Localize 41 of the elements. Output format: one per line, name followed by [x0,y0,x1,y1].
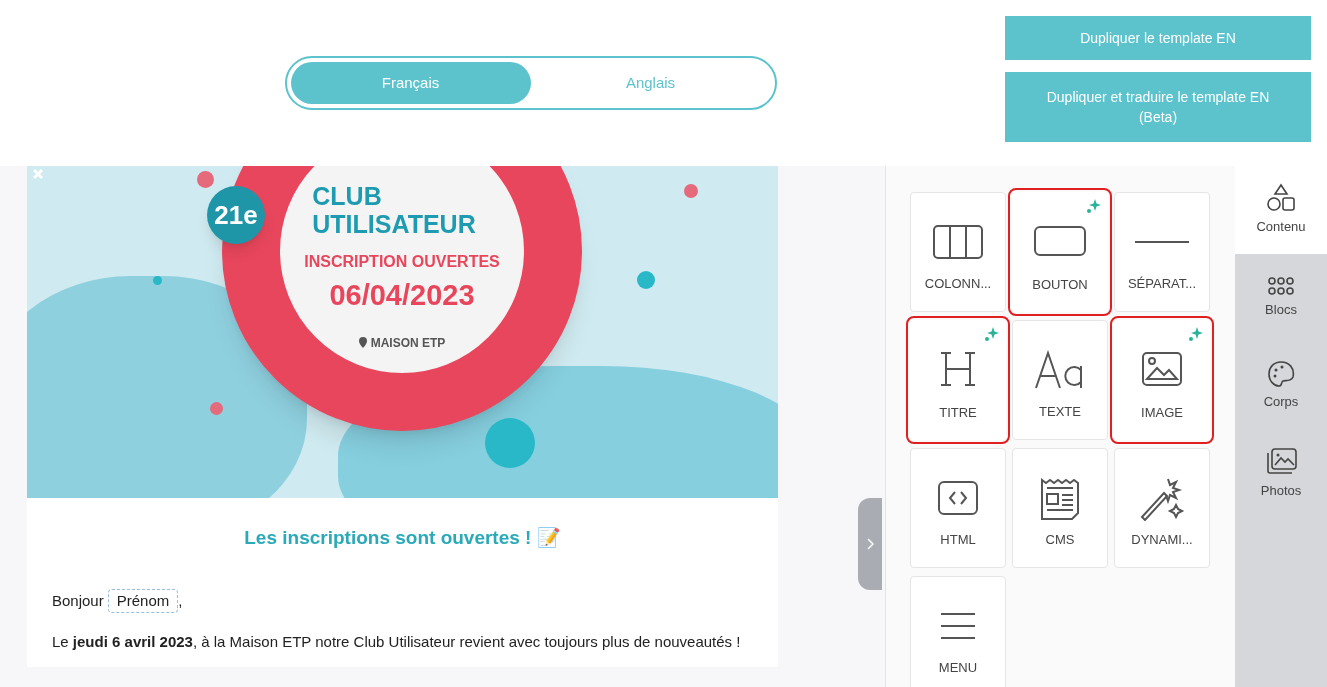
close-icon[interactable] [32,168,44,180]
content-block-tile[interactable]: CMS [1012,448,1108,568]
banner-location: MAISON ETP [358,333,446,352]
location-pin-icon [358,337,367,349]
chevron-right-icon [866,538,874,550]
banner-subtitle: INSCRIPTION OUVERTES [304,252,500,273]
columns-icon [932,224,984,260]
ball-decoration [684,184,698,198]
horizontal-line-icon [1135,240,1189,244]
sparkle-icon [1188,326,1204,342]
collapse-handle[interactable] [858,498,882,590]
email-paragraph: Le jeudi 6 avril 2023, à la Maison ETP notre Club Utilisateur revient avec toujours plus de nouveautés ! [52,633,742,651]
sparkle-icon [984,326,1000,342]
ball-decoration [197,171,214,188]
content-block-tile[interactable]: TEXTE [1012,320,1108,440]
greeting-text: , [178,590,183,611]
banner-title: CLUB [312,182,382,211]
content-block-tile[interactable]: HTML [910,448,1006,568]
content-block-tile[interactable]: MENU [910,576,1006,687]
sidebar-tab[interactable]: Contenu [1235,166,1327,254]
banner-date: 06/04/2023 [329,278,475,314]
grid-dots-icon [1267,276,1295,297]
content-block-tile[interactable]: DYNAMI... [1114,448,1210,568]
rectangle-icon [1033,225,1087,257]
menu-icon [939,611,977,641]
ball-decoration [637,271,655,289]
banner-title: UTILISATEUR [312,210,476,239]
palette-icon [1267,360,1295,389]
badge-text: 21e [214,198,258,232]
newspaper-icon [1039,476,1081,520]
email-heading: Les inscriptions sont ouvertes ! 📝 [243,526,562,550]
content-block-tile[interactable]: COLONN... [910,192,1006,312]
content-block-tile[interactable]: SÉPARAT... [1114,192,1210,312]
ball-decoration [153,276,162,285]
greeting-text: Bonjour [52,590,104,611]
code-icon [937,480,979,516]
serif-h-icon [938,349,978,389]
shapes-icon [1266,183,1296,214]
image-icon [1141,351,1183,387]
sparkle-icon [1086,198,1102,214]
merge-tag: Prénom [107,588,179,613]
